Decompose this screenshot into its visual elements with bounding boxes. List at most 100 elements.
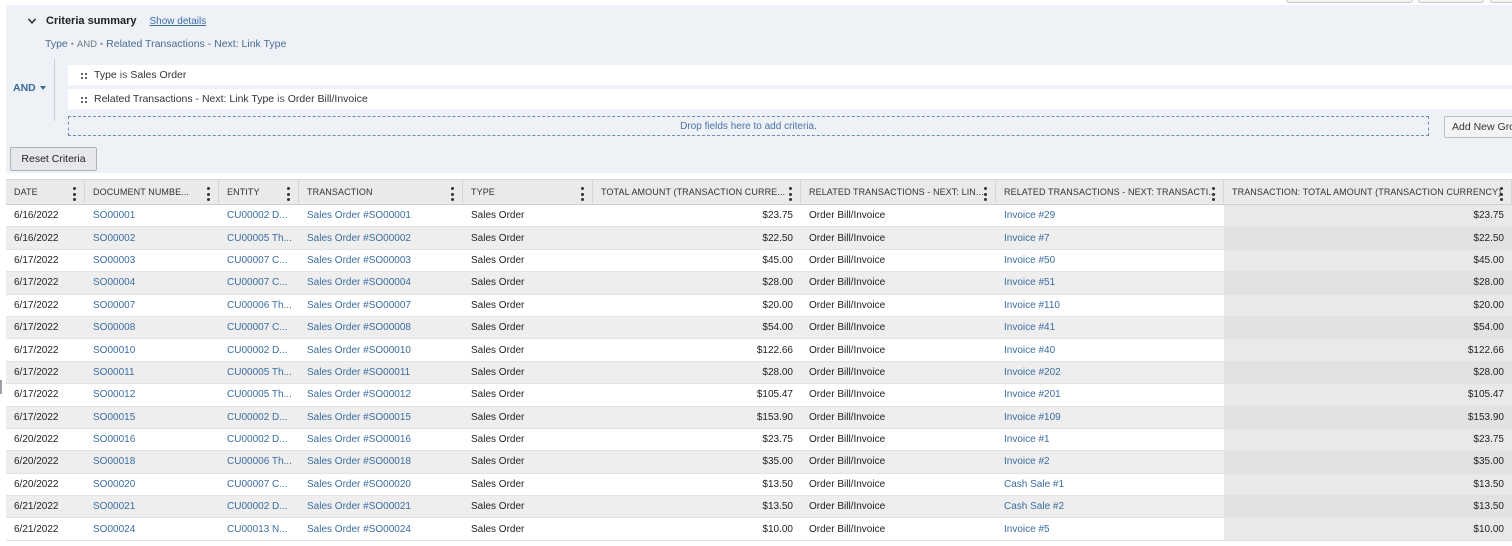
cell-transaction[interactable]: Sales Order #SO00001 (299, 205, 463, 226)
cell-document-number[interactable]: SO00024 (85, 518, 219, 539)
cell-type: Sales Order (471, 456, 525, 468)
criteria-row[interactable]: Type is Sales Order (68, 65, 1512, 85)
cell-document-number[interactable]: SO00002 (85, 227, 219, 248)
cell-related-transaction[interactable]: Invoice #7 (996, 227, 1224, 248)
cell-transaction[interactable]: Sales Order #SO00016 (299, 429, 463, 450)
cell-entity[interactable]: CU00013 N... (219, 518, 299, 539)
cell-total-amount: $13.50 (762, 501, 793, 513)
cell-date: 6/16/2022 (14, 232, 59, 244)
kebab-menu-icon[interactable] (788, 187, 792, 201)
add-new-group-button[interactable]: Add New Group (1444, 116, 1512, 138)
cell-document-number[interactable]: SO00007 (85, 295, 219, 316)
criteria-row[interactable]: Related Transactions - Next: Link Type i… (68, 89, 1512, 109)
cell-transaction[interactable]: Sales Order #SO00003 (299, 250, 463, 271)
kebab-menu-icon[interactable] (286, 187, 290, 201)
column-header-related-link-type[interactable]: RELATED TRANSACTIONS - NEXT: LIN... (801, 180, 996, 204)
cell-related-transaction[interactable]: Invoice #109 (996, 407, 1224, 428)
cell-document-number[interactable]: SO00003 (85, 250, 219, 271)
cell-transaction[interactable]: Sales Order #SO00021 (299, 496, 463, 517)
column-header-document-number[interactable]: DOCUMENT NUMBE... (85, 180, 219, 204)
cell-document-number[interactable]: SO00020 (85, 474, 219, 495)
column-header-date[interactable]: DATE (6, 180, 85, 204)
kebab-menu-icon[interactable] (1211, 187, 1215, 201)
cell-document-number[interactable]: SO00021 (85, 496, 219, 517)
cell-total-amount: $28.00 (762, 366, 793, 378)
cell-related-transaction[interactable]: Invoice #29 (996, 205, 1224, 226)
cell-related-link-type: Order Bill/Invoice (809, 501, 886, 513)
cell-related-transaction[interactable]: Invoice #202 (996, 362, 1224, 383)
drag-handle-icon[interactable] (80, 71, 88, 80)
cell-transaction[interactable]: Sales Order #SO00011 (299, 362, 463, 383)
drag-handle-icon[interactable] (80, 95, 88, 104)
panel-resize-handle[interactable] (0, 380, 2, 394)
cell-transaction[interactable]: Sales Order #SO00004 (299, 272, 463, 293)
kebab-menu-icon[interactable] (206, 187, 210, 201)
column-header-total-amount[interactable]: TOTAL AMOUNT (TRANSACTION CURRE... (593, 180, 801, 204)
cell-transaction[interactable]: Sales Order #SO00010 (299, 339, 463, 360)
cell-transaction[interactable]: Sales Order #SO00007 (299, 295, 463, 316)
reset-criteria-button[interactable]: Reset Criteria (10, 147, 97, 171)
cell-document-number[interactable]: SO00008 (85, 317, 219, 338)
cell-transaction[interactable]: Sales Order #SO00020 (299, 474, 463, 495)
cell-entity[interactable]: CU00007 C... (219, 250, 299, 271)
cell-type: Sales Order (471, 523, 525, 535)
kebab-menu-icon[interactable] (72, 187, 76, 201)
column-header-entity[interactable]: ENTITY (219, 180, 299, 204)
cell-document-number[interactable]: SO00015 (85, 407, 219, 428)
cell-document-number[interactable]: SO00001 (85, 205, 219, 226)
cell-entity[interactable]: CU00002 D... (219, 429, 299, 450)
cell-transaction[interactable]: Sales Order #SO00012 (299, 384, 463, 405)
show-details-link[interactable]: Show details (150, 16, 207, 27)
cell-transaction[interactable]: Sales Order #SO00018 (299, 451, 463, 472)
cell-related-transaction[interactable]: Invoice #51 (996, 272, 1224, 293)
cell-transaction[interactable]: Sales Order #SO00008 (299, 317, 463, 338)
kebab-menu-icon[interactable] (1499, 187, 1503, 201)
cell-related-transaction[interactable]: Invoice #1 (996, 429, 1224, 450)
cell-transaction[interactable]: Sales Order #SO00002 (299, 227, 463, 248)
cell-related-transaction[interactable]: Invoice #41 (996, 317, 1224, 338)
cell-related-transaction[interactable]: Invoice #40 (996, 339, 1224, 360)
cell-entity[interactable]: CU00006 Th... (219, 451, 299, 472)
criteria-dropzone[interactable]: Drop fields here to add criteria. (68, 116, 1429, 136)
table-row: 6/16/2022 SO00001 CU00002 D... Sales Order … (6, 205, 1512, 228)
kebab-menu-icon[interactable] (450, 187, 454, 201)
cell-related-transaction[interactable]: Cash Sale #1 (996, 474, 1224, 495)
cell-entity[interactable]: CU00007 C... (219, 317, 299, 338)
cell-transaction[interactable]: Sales Order #SO00015 (299, 407, 463, 428)
cell-related-transaction[interactable]: Invoice #50 (996, 250, 1224, 271)
kebab-menu-icon[interactable] (983, 187, 987, 201)
cell-document-number[interactable]: SO00016 (85, 429, 219, 450)
chevron-down-icon[interactable] (26, 15, 38, 27)
cell-entity[interactable]: CU00002 D... (219, 339, 299, 360)
column-header-type[interactable]: TYPE (463, 180, 593, 204)
cell-document-number[interactable]: SO00018 (85, 451, 219, 472)
cell-entity[interactable]: CU00007 C... (219, 272, 299, 293)
cell-entity[interactable]: CU00005 Th... (219, 227, 299, 248)
cell-entity[interactable]: CU00002 D... (219, 407, 299, 428)
cell-related-transaction[interactable]: Invoice #2 (996, 451, 1224, 472)
logic-operator-dropdown[interactable]: AND (13, 82, 46, 94)
cell-related-transaction[interactable]: Invoice #201 (996, 384, 1224, 405)
kebab-menu-icon[interactable] (580, 187, 584, 201)
cell-entity[interactable]: CU00005 Th... (219, 384, 299, 405)
cell-entity[interactable]: CU00002 D... (219, 496, 299, 517)
cell-related-transaction[interactable]: Cash Sale #2 (996, 496, 1224, 517)
cell-document-number[interactable]: SO00011 (85, 362, 219, 383)
cell-related-transaction[interactable]: Invoice #5 (996, 518, 1224, 539)
column-header-transaction-total-amount[interactable]: TRANSACTION: TOTAL AMOUNT (TRANSACTION C… (1224, 180, 1512, 204)
cell-entity[interactable]: CU00005 Th... (219, 362, 299, 383)
cell-document-number[interactable]: SO00012 (85, 384, 219, 405)
summary-operator: AND (76, 39, 97, 50)
cell-type: Sales Order (471, 478, 525, 490)
cell-related-transaction[interactable]: Invoice #110 (996, 295, 1224, 316)
column-header-related-transaction[interactable]: RELATED TRANSACTIONS - NEXT: TRANSACTI..… (996, 180, 1224, 204)
cell-document-number[interactable]: SO00004 (85, 272, 219, 293)
cell-entity[interactable]: CU00002 D... (219, 205, 299, 226)
cell-date: 6/16/2022 (14, 210, 59, 222)
cell-transaction[interactable]: Sales Order #SO00024 (299, 518, 463, 539)
cell-document-number[interactable]: SO00010 (85, 339, 219, 360)
column-header-transaction[interactable]: TRANSACTION (299, 180, 463, 204)
cell-entity[interactable]: CU00006 Th... (219, 295, 299, 316)
criteria-panel: Criteria summary Show details Type • AND • R… (6, 5, 1512, 173)
cell-entity[interactable]: CU00007 C... (219, 474, 299, 495)
